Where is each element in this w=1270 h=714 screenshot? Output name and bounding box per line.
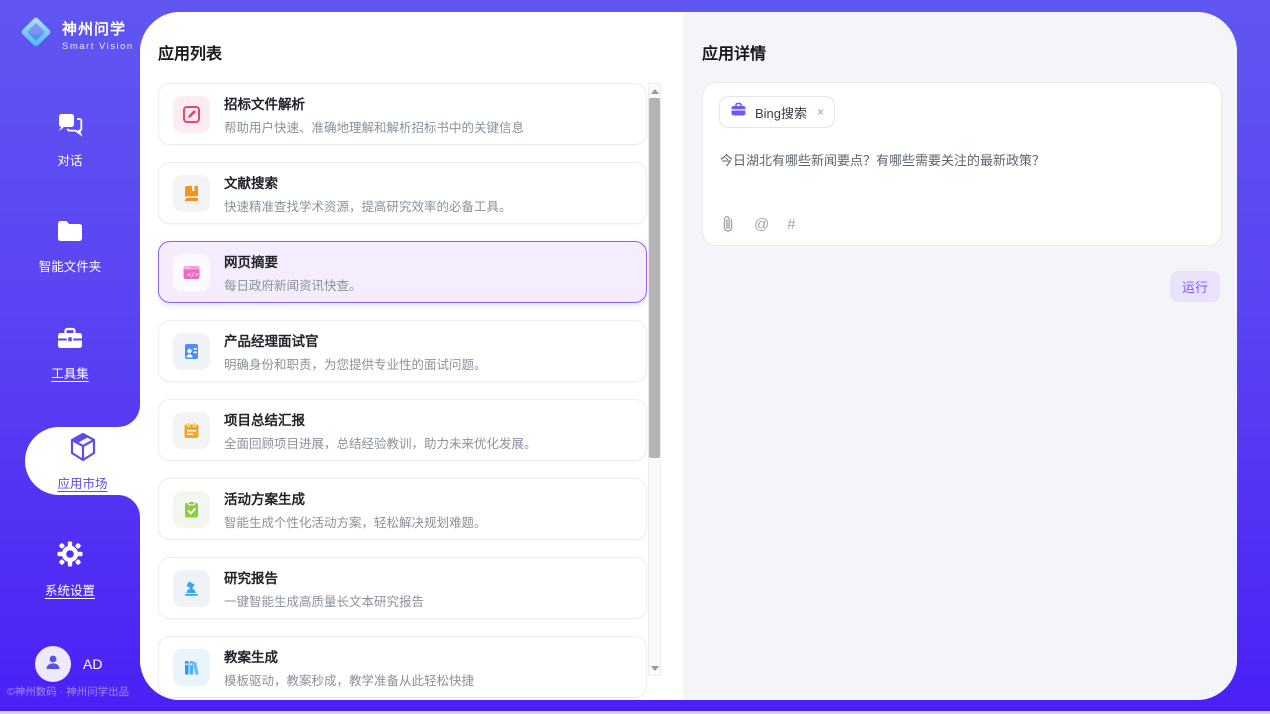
scroll-down-button[interactable] [649,661,660,675]
card-title: 产品经理面试官 [224,330,487,350]
diamond-logo-icon [18,14,54,55]
books-icon [173,649,210,686]
user-initials: AD [83,656,102,672]
book-icon [173,175,210,212]
content-panel: 应用列表 招标文件解析帮助用户快速、准确地理解和解析招标书中的关键信息文献搜索快… [140,12,1237,700]
app-card[interactable]: 招标文件解析帮助用户快速、准确地理解和解析招标书中的关键信息 [158,83,647,145]
interview-icon [173,333,210,370]
app-detail-panel: 应用详情 Bing搜索 × 今日湖北有哪些新闻要点？有哪些需要关注的最新政策？ [683,12,1237,700]
app-card[interactable]: </> 网页摘要每日政府新闻资讯快查。 [158,241,647,303]
app-card[interactable]: 活动方案生成智能生成个性化活动方案，轻松解决规划难题。 [158,478,647,540]
triangle-down-icon [651,666,659,671]
triangle-up-icon [651,89,659,94]
card-title: 文献搜索 [224,172,512,192]
sidebar-item-label: 系统设置 [45,580,95,599]
card-text: 活动方案生成智能生成个性化活动方案，轻松解决规划难题。 [224,488,487,531]
card-title: 教案生成 [224,646,474,666]
app-detail-title: 应用详情 [702,40,766,64]
app-card[interactable]: 文献搜索快速精准查找学术资源，提高研究效率的必备工具。 [158,162,647,224]
card-text: 产品经理面试官明确身份和职责，为您提供专业性的面试问题。 [224,330,487,373]
sidebar-item-label: 工具集 [51,363,89,382]
folder-icon [55,218,85,249]
app-list-panel: 应用列表 招标文件解析帮助用户快速、准确地理解和解析招标书中的关键信息文献搜索快… [140,12,683,700]
app-card[interactable]: 产品经理面试官明确身份和职责，为您提供专业性的面试问题。 [158,320,647,382]
card-text: 项目总结汇报全面回顾项目进展，总结经验教训，助力未来优化发展。 [224,409,537,452]
sidebar: 神州问学 Smart Vision 对话智能文件夹工具集应用市场系统设置 AD … [0,0,140,714]
app-list-title: 应用列表 [158,40,222,64]
card-title: 研究报告 [224,567,424,587]
sidebar-item-5[interactable]: 系统设置 [0,540,140,599]
tab-curve-top [118,405,140,427]
sidebar-item-1[interactable]: 对话 [0,110,140,169]
card-title: 招标文件解析 [224,93,524,113]
tab-curve-bottom [118,495,140,517]
tool-tag-label: Bing搜索 [755,103,807,122]
sidebar-item-4[interactable]: 应用市场 [25,427,140,495]
user-avatar-icon [43,652,63,677]
sidebar-item-label: 应用市场 [57,473,107,492]
app-card[interactable]: 研究报告一键智能生成高质量长文本研究报告 [158,557,647,619]
clipboard-check-icon [173,491,210,528]
card-text: 研究报告一键智能生成高质量长文本研究报告 [224,567,424,610]
gear-icon [56,540,84,573]
close-icon[interactable]: × [817,105,824,119]
svg-text:</>: </> [187,270,199,278]
card-description: 全面回顾项目进展，总结经验教训，助力未来优化发展。 [224,433,537,452]
scroll-up-button[interactable] [649,84,660,98]
scrollbar[interactable] [648,83,661,676]
card-text: 文献搜索快速精准查找学术资源，提高研究效率的必备工具。 [224,172,512,215]
briefcase-icon [730,101,747,123]
app-card[interactable]: 教案生成模板驱动，教案秒成，教学准备从此轻松快捷 [158,636,647,698]
card-text: 招标文件解析帮助用户快速、准确地理解和解析招标书中的关键信息 [224,93,524,136]
question-input[interactable]: 今日湖北有哪些新闻要点？有哪些需要关注的最新政策？ [720,151,1200,171]
sidebar-item-2[interactable]: 智能文件夹 [0,218,140,275]
card-description: 一键智能生成高质量长文本研究报告 [224,591,424,610]
card-text: 网页摘要每日政府新闻资讯快查。 [224,251,362,294]
brand-name: 神州问学 [62,18,134,39]
user-profile[interactable]: AD [35,646,102,682]
mention-icon[interactable]: @ [754,216,769,233]
card-description: 快速精准查找学术资源，提高研究效率的必备工具。 [224,196,512,215]
card-description: 模板驱动，教案秒成，教学准备从此轻松快捷 [224,670,474,689]
prompt-card: Bing搜索 × 今日湖北有哪些新闻要点？有哪些需要关注的最新政策？ @ # [702,82,1222,246]
cube-icon [66,430,100,469]
scrollbar-thumb[interactable] [649,98,660,458]
card-title: 项目总结汇报 [224,409,537,429]
sidebar-footer: ©神州数码 · 神州问学出品 [7,684,140,699]
card-text: 教案生成模板驱动，教案秒成，教学准备从此轻松快捷 [224,646,474,689]
sidebar-item-label: 对话 [57,150,82,169]
research-icon [173,570,210,607]
edit-document-icon [173,96,210,133]
chat-icon [55,110,85,143]
card-title: 网页摘要 [224,251,362,271]
card-description: 明确身份和职责，为您提供专业性的面试问题。 [224,354,487,373]
card-description: 帮助用户快速、准确地理解和解析招标书中的关键信息 [224,117,524,136]
tool-tag-bing-search[interactable]: Bing搜索 × [719,96,835,128]
card-description: 智能生成个性化活动方案，轻松解决规划难题。 [224,512,487,531]
report-note-icon [173,412,210,449]
sidebar-item-label: 智能文件夹 [39,256,102,275]
sidebar-item-3[interactable]: 工具集 [0,325,140,382]
topic-icon[interactable]: # [787,216,795,233]
brand-subtitle: Smart Vision [62,41,134,52]
brand-logo: 神州问学 Smart Vision [18,14,134,55]
web-window-icon: </> [173,254,210,291]
card-description: 每日政府新闻资讯快查。 [224,275,362,294]
app-card[interactable]: 项目总结汇报全面回顾项目进展，总结经验教训，助力未来优化发展。 [158,399,647,461]
attachment-toolbar: @ # [720,215,796,233]
card-title: 活动方案生成 [224,488,487,508]
app-card-list: 招标文件解析帮助用户快速、准确地理解和解析招标书中的关键信息文献搜索快速精准查找… [158,83,647,700]
toolbox-icon [55,325,85,356]
paperclip-icon[interactable] [720,215,736,233]
run-button[interactable]: 运行 [1170,271,1220,302]
avatar [35,646,71,682]
